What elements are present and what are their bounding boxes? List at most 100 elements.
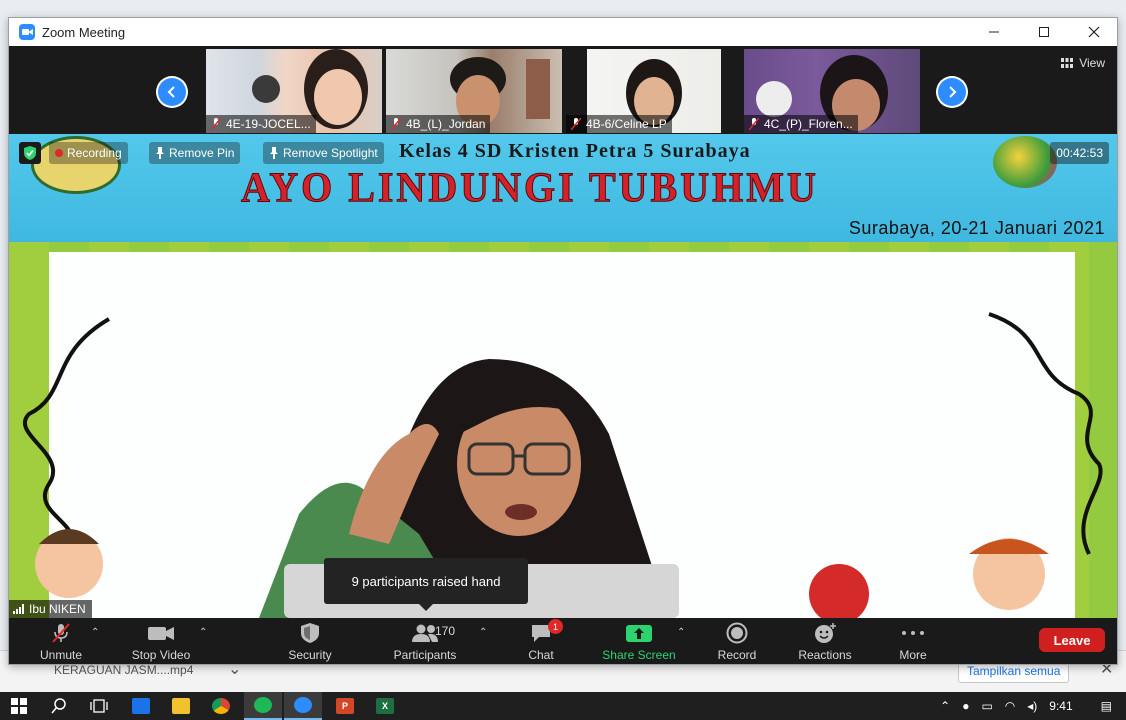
volume-icon[interactable]: ◂) bbox=[1027, 699, 1037, 713]
gallery-next-button[interactable] bbox=[936, 76, 968, 108]
record-icon bbox=[726, 622, 748, 644]
participant-name-tag: 4E-19-JOCEL... bbox=[206, 115, 316, 133]
close-icon bbox=[1088, 26, 1100, 38]
folder-icon bbox=[172, 698, 190, 714]
tray-overflow-chevron-icon[interactable]: ⌃ bbox=[940, 699, 950, 713]
gallery-strip: 4E-19-JOCEL... 4B_(L)_Jordan 4B-6/Celine… bbox=[9, 46, 1117, 134]
taskbar-mail[interactable] bbox=[122, 692, 160, 720]
taskbar-zoom[interactable] bbox=[284, 692, 322, 720]
stop-video-label: Stop Video bbox=[131, 648, 191, 662]
minimize-button[interactable] bbox=[969, 18, 1019, 46]
leave-button[interactable]: Leave bbox=[1039, 628, 1105, 652]
muted-mic-icon bbox=[571, 118, 581, 130]
maximize-button[interactable] bbox=[1019, 18, 1069, 46]
share-options-chevron-icon[interactable]: ⌃ bbox=[677, 627, 685, 638]
microphone-tray-icon[interactable]: ● bbox=[962, 699, 969, 713]
muted-mic-icon bbox=[52, 623, 70, 643]
muted-mic-icon bbox=[391, 118, 401, 130]
taskbar-chrome[interactable] bbox=[202, 692, 240, 720]
more-dots-icon bbox=[902, 631, 924, 635]
download-item[interactable]: KERAGUAN JASM....mp4 bbox=[54, 663, 193, 677]
signal-strength-icon bbox=[13, 604, 24, 614]
view-button[interactable]: View bbox=[1061, 56, 1105, 70]
muted-mic-icon bbox=[211, 118, 221, 130]
active-speaker-video: Kelas 4 SD Kristen Petra 5 Surabaya AYO … bbox=[9, 134, 1117, 618]
window-title: Zoom Meeting bbox=[42, 24, 126, 40]
share-screen-label: Share Screen bbox=[602, 648, 676, 662]
remove-pin-label: Remove Pin bbox=[169, 146, 235, 160]
powerpoint-icon: P bbox=[336, 698, 354, 714]
wifi-icon[interactable]: ◠ bbox=[1005, 699, 1015, 713]
system-tray: ⌃ ● ▭ ◠ ◂) 9:41 ▤ bbox=[934, 692, 1126, 720]
speaker-figure bbox=[259, 359, 679, 618]
pin-icon bbox=[156, 147, 164, 159]
start-button[interactable] bbox=[0, 692, 38, 720]
chevron-right-icon bbox=[949, 86, 957, 98]
remove-spotlight-button[interactable]: Remove Spotlight bbox=[263, 142, 384, 164]
recording-indicator[interactable]: Recording bbox=[49, 142, 128, 164]
taskbar-excel[interactable]: X bbox=[366, 692, 404, 720]
audio-options-chevron-icon[interactable]: ⌃ bbox=[91, 627, 99, 638]
chat-label: Chat bbox=[528, 648, 554, 662]
share-screen-button[interactable]: Share Screen bbox=[597, 622, 681, 664]
grid-view-icon bbox=[1061, 58, 1074, 68]
record-label: Record bbox=[717, 648, 757, 662]
participant-name: 4B_(L)_Jordan bbox=[406, 117, 486, 131]
chevron-left-icon bbox=[167, 86, 175, 98]
mail-icon bbox=[132, 698, 150, 714]
security-shield-icon bbox=[301, 623, 319, 643]
muted-mic-icon bbox=[749, 118, 759, 130]
unmute-label: Unmute bbox=[39, 648, 83, 662]
participants-options-chevron-icon[interactable]: ⌃ bbox=[479, 627, 487, 638]
gallery-prev-button[interactable] bbox=[156, 76, 188, 108]
excel-icon: X bbox=[376, 698, 394, 714]
zoom-app-icon bbox=[294, 697, 312, 713]
taskbar-spotify[interactable] bbox=[244, 692, 282, 720]
participant-tile[interactable]: 4B_(L)_Jordan bbox=[386, 49, 562, 133]
chrome-icon bbox=[212, 698, 230, 714]
participant-tile[interactable]: 4B-6/Celine LP bbox=[566, 49, 742, 133]
meeting-controls-toolbar: Unmute ⌃ Stop Video ⌃ Security 170 Parti… bbox=[9, 618, 1117, 664]
action-center-icon[interactable]: ▤ bbox=[1101, 699, 1112, 713]
spotlight-icon bbox=[270, 147, 278, 159]
task-view-icon bbox=[90, 699, 108, 713]
participant-tile[interactable]: 4C_(P)_Floren... bbox=[744, 49, 920, 133]
close-button[interactable] bbox=[1069, 18, 1117, 46]
participants-button[interactable]: 170 Participants bbox=[389, 622, 461, 664]
reactions-label: Reactions bbox=[798, 648, 852, 662]
participant-name-tag: 4C_(P)_Floren... bbox=[744, 115, 858, 133]
zoom-logo-icon bbox=[19, 24, 35, 40]
meeting-timer: 00:42:53 bbox=[1050, 142, 1109, 164]
security-label: Security bbox=[288, 648, 332, 662]
stop-video-button[interactable]: Stop Video bbox=[127, 622, 195, 664]
windows-taskbar: P X ⌃ ● ▭ ◠ ◂) 9:41 ▤ bbox=[0, 692, 1126, 720]
participants-label: Participants bbox=[393, 648, 457, 662]
battery-icon[interactable]: ▭ bbox=[981, 699, 992, 713]
video-options-chevron-icon[interactable]: ⌃ bbox=[199, 627, 207, 638]
record-button[interactable]: Record bbox=[713, 622, 761, 664]
maximize-icon bbox=[1039, 27, 1049, 37]
more-label: More bbox=[899, 648, 927, 662]
chat-button[interactable]: 1 Chat bbox=[521, 619, 563, 664]
taskbar-powerpoint[interactable]: P bbox=[326, 692, 364, 720]
taskbar-file-explorer[interactable] bbox=[162, 692, 200, 720]
windows-logo-icon bbox=[11, 698, 27, 714]
participant-name: 4C_(P)_Floren... bbox=[764, 117, 853, 131]
participant-tile[interactable]: 4E-19-JOCEL... bbox=[206, 49, 382, 133]
unmute-button[interactable]: Unmute bbox=[35, 622, 87, 664]
taskbar-search-button[interactable] bbox=[40, 692, 78, 720]
remove-spotlight-label: Remove Spotlight bbox=[283, 146, 378, 160]
spotify-icon bbox=[254, 697, 272, 713]
raised-hands-tooltip: 9 participants raised hand bbox=[324, 558, 528, 611]
security-button[interactable]: Security bbox=[283, 622, 337, 664]
view-label: View bbox=[1079, 56, 1105, 70]
participant-name: 4E-19-JOCEL... bbox=[226, 117, 311, 131]
reactions-button[interactable]: Reactions bbox=[795, 622, 855, 664]
search-icon bbox=[51, 698, 66, 714]
task-view-button[interactable] bbox=[80, 692, 118, 720]
more-button[interactable]: More bbox=[893, 622, 933, 664]
remove-pin-button[interactable]: Remove Pin bbox=[149, 142, 241, 164]
share-screen-icon bbox=[626, 624, 652, 642]
encryption-shield-badge[interactable] bbox=[19, 142, 41, 164]
taskbar-clock[interactable]: 9:41 bbox=[1049, 699, 1072, 713]
